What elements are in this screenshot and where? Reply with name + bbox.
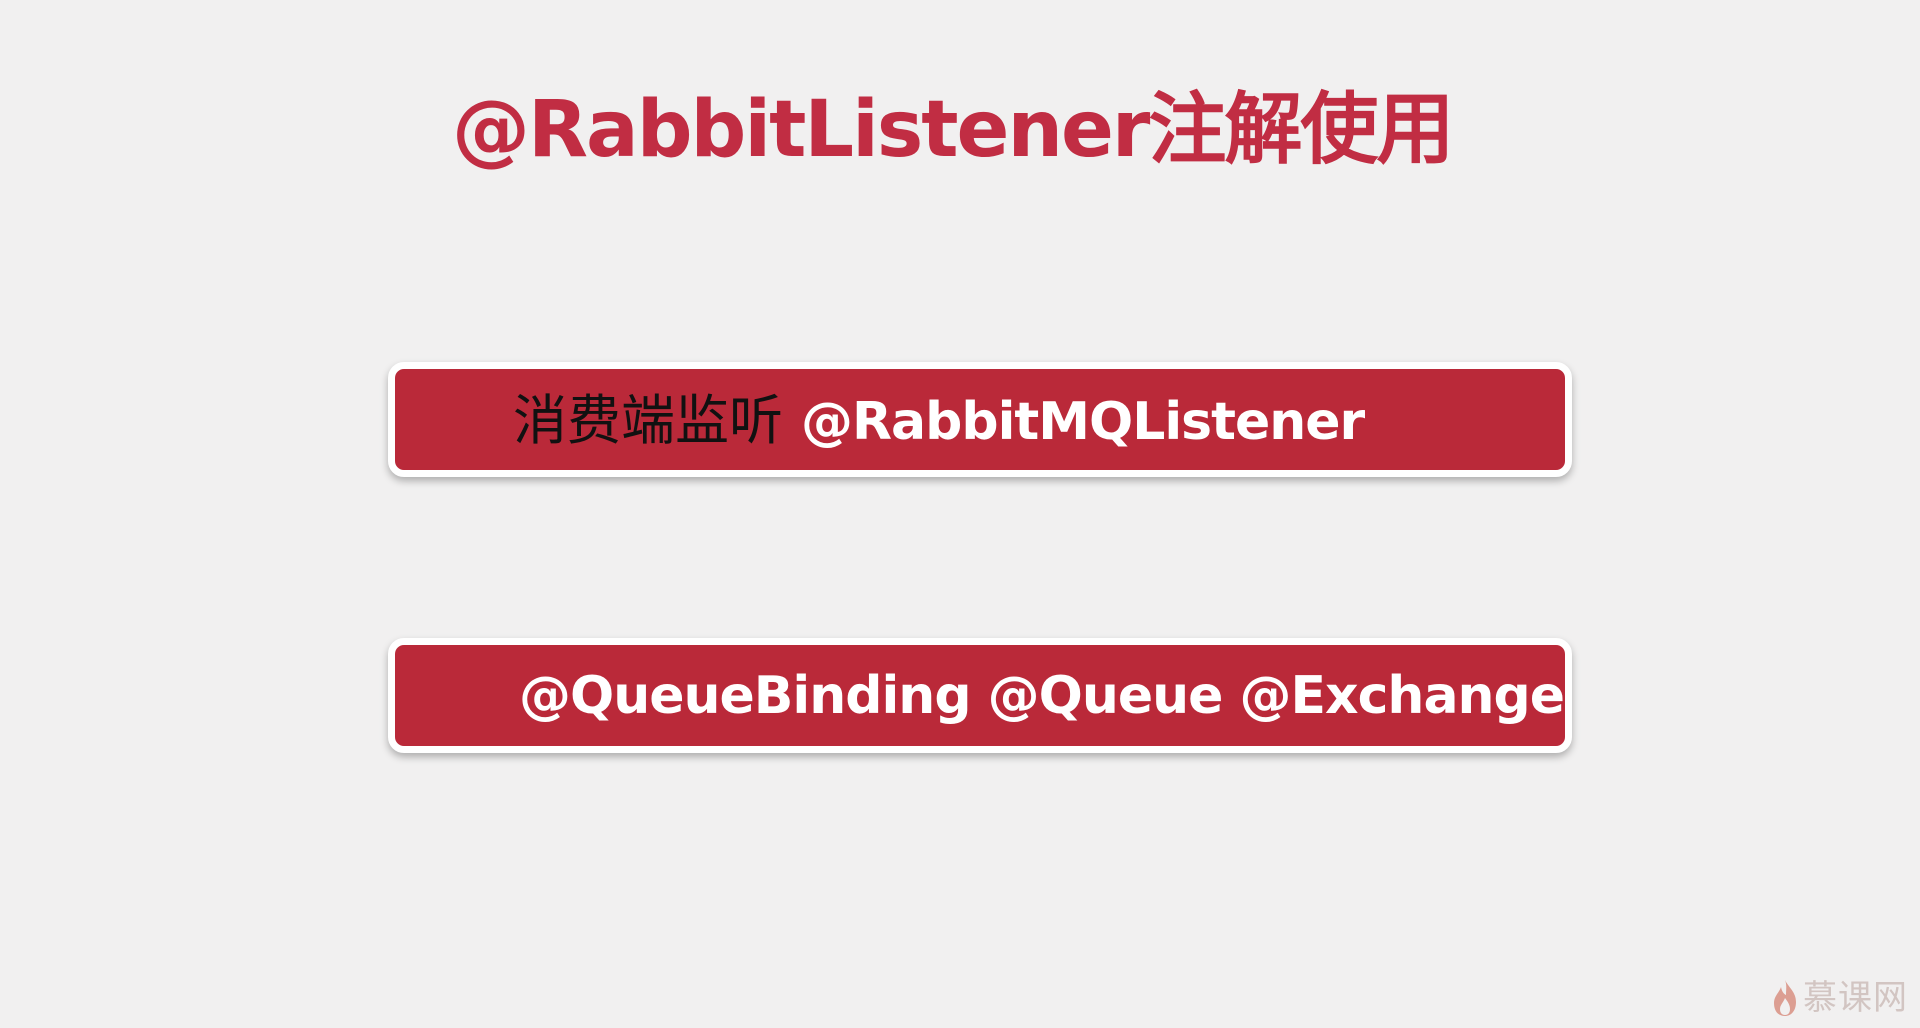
slide-title: @RabbitListener注解使用 [452,85,1454,175]
listener-box-text: 消费端监听 @RabbitMQListener [513,383,1365,458]
watermark: 慕课网 [1771,976,1908,1020]
watermark-text: 慕课网 [1803,978,1908,1018]
listener-box-prefix: 消费端监听 [513,389,783,452]
flame-icon [1774,980,1796,1016]
binding-box: @QueueBinding @Queue @Exchange [388,638,1572,753]
binding-box-text: @QueueBinding @Queue @Exchange [519,666,1565,726]
listener-box: 消费端监听 @RabbitMQListener [388,362,1572,477]
listener-box-annotation: @RabbitMQListener [801,392,1365,452]
